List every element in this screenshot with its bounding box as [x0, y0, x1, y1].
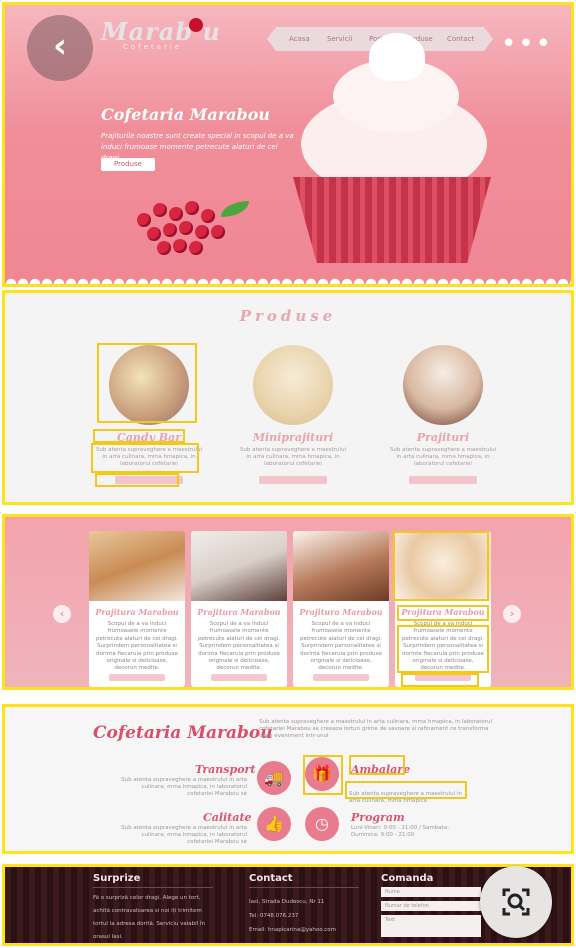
raspberry-icon: [163, 223, 177, 237]
raspberry-icon: [185, 201, 199, 215]
footer-heading-comanda: Comanda: [381, 873, 434, 884]
hero-title: Cofetaria Marabou: [101, 105, 271, 124]
product-desc: Sub atenta supraveghere a maestrului in …: [389, 447, 497, 467]
feature-title: Program: [351, 811, 405, 824]
miniprajituri-image[interactable]: [253, 345, 333, 425]
raspberry-icon: [157, 241, 171, 255]
product-card[interactable]: Prajitura Marabou Scopul de a va induci …: [89, 531, 185, 687]
highlight-box: [393, 531, 489, 601]
phone-input[interactable]: Numar de telefon: [381, 901, 481, 911]
feature-title: Calitate: [203, 811, 252, 824]
raspberry-icon: [173, 239, 187, 253]
slider-section: ‹ › Prajitura Marabou Scopul de a va ind…: [2, 514, 574, 690]
prajituri-image[interactable]: [403, 345, 483, 425]
card-desc: Scopul de a va induci frumoasele momente…: [197, 621, 280, 672]
card-title: Prajitura Marabou: [95, 607, 179, 617]
feature-desc: Sub atenta supraveghere a maestrului in …: [121, 825, 247, 845]
raspberry-icon: [147, 227, 161, 241]
card-button[interactable]: [211, 674, 267, 681]
raspberry-icon: [195, 225, 209, 239]
next-arrow-icon[interactable]: ›: [503, 605, 521, 623]
more-options-icon[interactable]: •••: [501, 31, 551, 61]
raspberry-icon: [201, 209, 215, 223]
lens-search-icon: [502, 888, 530, 916]
raspberry-icon: [137, 213, 151, 227]
highlight-box: [95, 473, 179, 487]
product-card[interactable]: Prajitura Marabou Scopul de a va induci …: [191, 531, 287, 687]
highlight-box: [397, 605, 489, 621]
card-image: [89, 531, 185, 601]
back-arrow-icon[interactable]: ‹: [27, 15, 93, 81]
info-intro: Sub atenta supraveghere a maestrului in …: [259, 719, 493, 739]
raspberry-icon: [211, 225, 225, 239]
raspberry-icon: [153, 203, 167, 217]
product-desc: Sub atenta supraveghere a maestrului in …: [239, 447, 347, 467]
feature-title: Transport: [195, 763, 256, 776]
cupcake-wrapper: [293, 177, 491, 263]
contact-address: Iasi, Strada Dudescu, Nr 11: [249, 899, 325, 905]
card-title: Prajitura Marabou: [197, 607, 281, 617]
prev-arrow-icon[interactable]: ‹: [53, 605, 71, 623]
card-button[interactable]: [313, 674, 369, 681]
contact-info: Iasi, Strada Dudescu, Nr 11 Tel: 0748.07…: [249, 895, 369, 937]
logo[interactable]: Marab u: [101, 17, 221, 46]
highlight-box: [401, 673, 479, 687]
products-title: Produse: [239, 307, 337, 325]
surprize-line: orasul Iasi.: [93, 934, 123, 940]
card-title: Prajitura Marabou: [299, 607, 383, 617]
divider: [93, 887, 213, 888]
produse-button[interactable]: Produse: [101, 158, 155, 171]
card-button[interactable]: [109, 674, 165, 681]
cupcake-frosting-top: [369, 33, 425, 81]
raspberry-icon: [179, 221, 193, 235]
footer-heading-contact: Contact: [249, 873, 293, 884]
contact-phone[interactable]: Tel: 0748.076.237: [249, 909, 369, 923]
highlight-box: [349, 755, 405, 775]
card-image: [293, 531, 389, 601]
feature-desc: Sub atenta supraveghere a maestrului in …: [121, 777, 247, 797]
info-section: Cofetaria Marabou Sub atenta supravegher…: [2, 704, 574, 854]
cherry-logo-icon: [189, 18, 203, 32]
raspberry-icon: [189, 241, 203, 255]
highlight-box: [397, 625, 489, 673]
clock-icon: ◷: [305, 807, 339, 841]
nav-item-acasa[interactable]: Acasa: [289, 35, 310, 43]
raspberry-icon: [169, 207, 183, 221]
nav-item-servicii[interactable]: Servicii: [327, 35, 352, 43]
product-button[interactable]: [409, 476, 477, 484]
products-section: Produse Candy Bar Sub atenta supravegher…: [2, 290, 574, 505]
product-card[interactable]: Prajitura Marabou Scopul de a va induci …: [293, 531, 389, 687]
highlight-box: [93, 429, 185, 443]
highlight-box: [303, 755, 343, 795]
scallop-border: [5, 276, 571, 284]
surprize-line: tortul la adresa dorită. Serviciu valabi…: [93, 921, 205, 927]
card-desc: Scopul de a va induci frumoasele momente…: [95, 621, 178, 672]
name-input[interactable]: Nume: [381, 887, 481, 897]
product-name[interactable]: Prajituri: [383, 431, 503, 444]
highlight-box: [91, 443, 199, 473]
product-button[interactable]: [259, 476, 327, 484]
truck-icon: 🚚: [257, 761, 291, 795]
info-title: Cofetaria Marabou: [93, 723, 273, 743]
surprize-text: Fă o surpriză celor dragi. Alege un tort…: [93, 892, 243, 944]
thumbs-up-icon: 👍: [257, 807, 291, 841]
visual-search-button[interactable]: [480, 866, 552, 938]
nav-item-contact[interactable]: Contact: [447, 35, 474, 43]
footer-heading-surprize: Surprize: [93, 873, 141, 884]
surprize-line: achită contravaloarea si noi iți trimite…: [93, 908, 202, 914]
contact-email[interactable]: Email: hnapicarina@yahoo.com: [249, 923, 369, 937]
hero-section: Marab u Cofetarie Acasa Servicii Portofo…: [2, 2, 574, 287]
message-textarea[interactable]: Text: [381, 915, 481, 937]
surprize-line: Fă o surpriză celor dragi. Alege un tort…: [93, 895, 201, 901]
card-desc: Scopul de a va induci frumoasele momente…: [299, 621, 382, 672]
highlight-box: [97, 343, 197, 423]
divider: [249, 887, 359, 888]
feature-desc: Luni-Vineri: 9:00 - 21:00 / Sambata-Dumi…: [351, 825, 450, 838]
card-image: [191, 531, 287, 601]
leaf-icon: [221, 201, 249, 217]
logo-subtitle: Cofetarie: [123, 43, 183, 51]
highlight-box: [345, 781, 467, 799]
product-name[interactable]: Miniprajituri: [233, 431, 353, 444]
